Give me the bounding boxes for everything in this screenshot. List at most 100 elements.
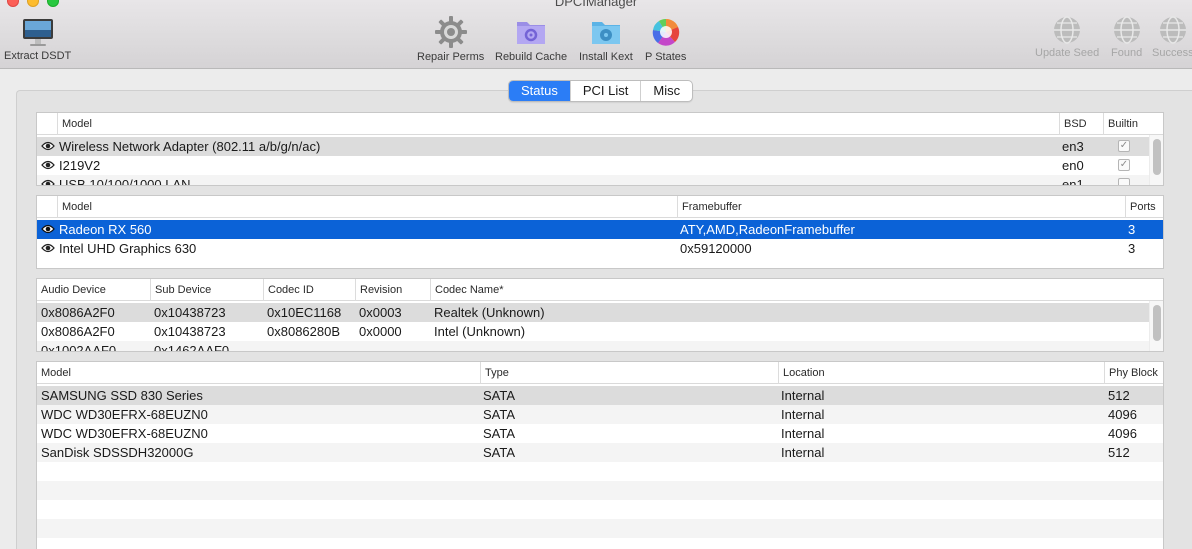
audio-codec-id (267, 341, 355, 351)
empty-row (37, 462, 1163, 481)
audio-table: Audio Device Sub Device Codec ID Revisio… (36, 278, 1164, 352)
empty-row (37, 519, 1163, 538)
gpu-ports: 3 (1128, 222, 1136, 237)
header-phy-block[interactable]: Phy Block (1104, 362, 1163, 384)
folder-radiation-icon (591, 22, 620, 44)
audio-device: 0x8086A2F0 (41, 305, 115, 320)
storage-model: SanDisk SDSSDH32000G (41, 445, 194, 460)
audio-codec-id: 0x8086280B (267, 324, 341, 339)
storage-model: WDC WD30EFRX-68EUZN0 (41, 426, 208, 441)
gpu-framebuffer: ATY,AMD,RadeonFramebuffer (680, 222, 855, 237)
audio-sub-device: 0x1462AAF0 (154, 343, 230, 352)
header-type[interactable]: Type (480, 362, 778, 384)
audio-device: 0x1002AAF0 (41, 343, 117, 352)
table-row[interactable]: WDC WD30EFRX-68EUZN0 SATA Internal 4096 (37, 405, 1163, 424)
header-codec-name[interactable]: Codec Name* (430, 279, 1149, 301)
builtin-checkbox[interactable]: ✓ (1118, 159, 1130, 171)
network-model: USB 10/100/1000 LAN (59, 177, 191, 186)
update-seed-button[interactable]: Update Seed (1035, 15, 1099, 59)
audio-codec-name: Realtek (Unknown) (434, 305, 545, 320)
audio-codec-name: Intel (Unknown) (434, 324, 526, 339)
rebuild-cache-button[interactable]: Rebuild Cache (495, 15, 567, 63)
header-framebuffer[interactable]: Framebuffer (677, 196, 1125, 218)
table-header: Model Framebuffer Ports (37, 196, 1163, 218)
globe-icon (1113, 16, 1140, 44)
storage-type: SATA (483, 407, 516, 422)
storage-location: Internal (781, 407, 825, 422)
table-header: Model Type Location Phy Block (37, 362, 1163, 384)
header-bsd[interactable]: BSD (1059, 113, 1103, 135)
table-row[interactable]: WDC WD30EFRX-68EUZN0 SATA Internal 4096 (37, 424, 1163, 443)
eye-icon[interactable] (41, 179, 55, 186)
table-row[interactable]: Radeon RX 560 ATY,AMD,RadeonFramebuffer … (37, 220, 1163, 239)
table-row[interactable]: SanDisk SDSSDH32000G SATA Internal 512 (37, 443, 1163, 462)
window-toolbar: DPCIManager Extract DSDT Repair Perms Re… (0, 0, 1192, 69)
eye-icon[interactable] (41, 243, 55, 253)
table-row[interactable]: I219V2 en0 ✓ (37, 156, 1149, 175)
found-button[interactable]: Found (1111, 15, 1142, 59)
storage-type: SATA (483, 388, 516, 403)
eye-icon[interactable] (41, 224, 55, 234)
header-sub-device[interactable]: Sub Device (150, 279, 263, 301)
audio-revision: 0x0003 (359, 305, 402, 320)
tab-status[interactable]: Status (509, 81, 571, 101)
storage-type: SATA (483, 426, 516, 441)
header-location[interactable]: Location (778, 362, 1104, 384)
builtin-checkbox[interactable]: ✓ (1118, 140, 1130, 152)
storage-phy-block: 4096 (1108, 426, 1137, 441)
scrollbar-thumb[interactable] (1153, 305, 1161, 341)
header-builtin[interactable]: Builtin (1103, 113, 1149, 135)
scrollbar-thumb[interactable] (1153, 139, 1161, 175)
gear-icon (434, 16, 467, 48)
audio-revision (359, 341, 429, 351)
table-row[interactable]: 0x1002AAF0 0x1462AAF0 (37, 341, 1149, 352)
folder-gear-icon (517, 22, 546, 44)
gpu-model: Intel UHD Graphics 630 (59, 241, 197, 256)
storage-location: Internal (781, 426, 825, 441)
success-button[interactable]: Success (1152, 15, 1192, 59)
tab-misc[interactable]: Misc (641, 81, 692, 101)
table-row[interactable]: Intel UHD Graphics 630 0x59120000 3 (37, 239, 1163, 258)
table-row[interactable]: 0x8086A2F0 0x10438723 0x10EC1168 0x0003 … (37, 303, 1149, 322)
globe-icon (1054, 16, 1081, 44)
gpu-ports: 3 (1128, 241, 1136, 256)
storage-type: SATA (483, 445, 516, 460)
storage-phy-block: 512 (1108, 445, 1130, 460)
eye-icon[interactable] (41, 160, 55, 170)
storage-model: SAMSUNG SSD 830 Series (41, 388, 203, 403)
table-row[interactable]: SAMSUNG SSD 830 Series SATA Internal 512 (37, 386, 1163, 405)
repair-perms-button[interactable]: Repair Perms (417, 15, 484, 63)
empty-row (37, 538, 1163, 549)
storage-phy-block: 512 (1108, 388, 1130, 403)
header-spacer (37, 113, 57, 135)
color-wheel-icon (652, 18, 679, 46)
audio-sub-device: 0x10438723 (154, 305, 226, 320)
header-ports[interactable]: Ports (1125, 196, 1163, 218)
window-title: DPCIManager (554, 0, 638, 9)
gpu-framebuffer: 0x59120000 (680, 241, 752, 256)
table-row[interactable]: 0x8086A2F0 0x10438723 0x8086280B 0x0000 … (37, 322, 1149, 341)
header-model[interactable]: Model (57, 113, 1059, 135)
table-row[interactable]: USB 10/100/1000 LAN en1 (37, 175, 1149, 186)
install-kext-button[interactable]: Install Kext (579, 15, 633, 63)
graphics-table: Model Framebuffer Ports Radeon RX 560 AT… (36, 195, 1164, 269)
extract-dsdt-button[interactable]: Extract DSDT (4, 18, 71, 62)
header-codec-id[interactable]: Codec ID (263, 279, 355, 301)
table-header: Audio Device Sub Device Codec ID Revisio… (37, 279, 1163, 301)
eye-icon[interactable] (41, 141, 55, 151)
empty-row (37, 481, 1163, 500)
header-model[interactable]: Model (37, 362, 480, 384)
globe-icon (1159, 16, 1186, 44)
header-model[interactable]: Model (57, 196, 677, 218)
storage-location: Internal (781, 388, 825, 403)
network-bsd: en3 (1062, 139, 1084, 154)
table-header: Model BSD Builtin (37, 113, 1163, 135)
builtin-checkbox[interactable] (1118, 178, 1130, 185)
header-audio-device[interactable]: Audio Device (37, 279, 150, 301)
p-states-button[interactable]: P States (645, 15, 686, 63)
empty-row (37, 500, 1163, 519)
table-row[interactable]: Wireless Network Adapter (802.11 a/b/g/n… (37, 137, 1149, 156)
monitor-icon (22, 19, 53, 46)
tab-pci-list[interactable]: PCI List (571, 81, 642, 101)
header-revision[interactable]: Revision (355, 279, 430, 301)
